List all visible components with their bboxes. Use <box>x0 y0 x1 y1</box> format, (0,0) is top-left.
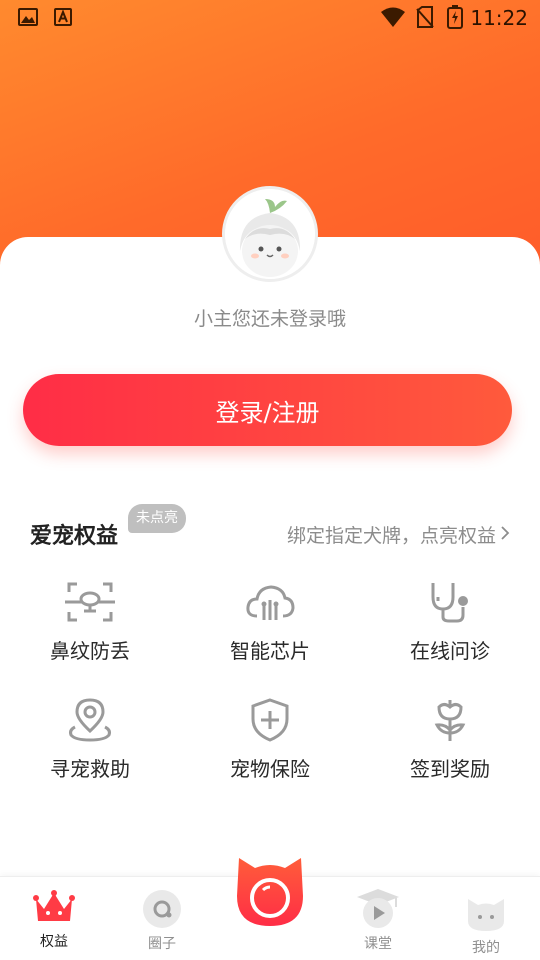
flower-icon <box>423 693 477 747</box>
cloud-chip-icon <box>243 575 297 629</box>
location-pin-icon <box>63 693 117 747</box>
tab-label: 权益 <box>40 934 68 950</box>
bind-tag-link[interactable]: 绑定指定犬牌，点亮权益 <box>287 521 510 548</box>
tab-label: 我的 <box>472 940 500 956</box>
status-bar: 11:22 <box>0 0 540 36</box>
feature-checkin-reward[interactable]: 签到奖励 <box>360 693 540 803</box>
cat-camera-icon <box>237 858 303 926</box>
login-hint: 小主您还未登录哦 <box>193 308 346 330</box>
crown-icon <box>32 889 76 931</box>
tab-benefits[interactable]: 权益 <box>0 877 108 960</box>
status-badge: 未点亮 <box>128 504 186 533</box>
feature-label: 鼻纹防丢 <box>50 639 130 663</box>
tab-circle[interactable]: 圈子 <box>108 877 216 960</box>
image-icon <box>18 8 38 30</box>
tab-label: 课堂 <box>364 936 392 952</box>
tab-classroom[interactable]: 课堂 <box>324 877 432 960</box>
feature-label: 在线问诊 <box>410 639 490 663</box>
chevron-right-icon <box>500 524 510 546</box>
feature-label: 宠物保险 <box>230 757 310 781</box>
feature-smart-chip[interactable]: 智能芯片 <box>180 575 360 685</box>
wifi-icon <box>380 6 406 32</box>
shield-plus-icon <box>243 693 297 747</box>
no-sim-icon <box>416 6 434 32</box>
status-time: 11:22 <box>470 6 528 30</box>
circle-chat-icon <box>142 889 182 933</box>
graduation-play-icon <box>355 887 401 933</box>
cat-camera-button[interactable] <box>235 856 305 928</box>
feature-online-consult[interactable]: 在线问诊 <box>360 575 540 685</box>
feature-nose-print[interactable]: 鼻纹防丢 <box>0 575 180 685</box>
feature-pet-insurance[interactable]: 宠物保险 <box>180 693 360 803</box>
feature-label: 智能芯片 <box>230 639 310 663</box>
tab-label: 圈子 <box>148 936 176 952</box>
feature-label: 寻宠救助 <box>50 757 130 781</box>
battery-charging-icon <box>447 5 463 33</box>
feature-label: 签到奖励 <box>410 757 490 781</box>
stethoscope-icon <box>423 575 477 629</box>
feature-pet-rescue[interactable]: 寻宠救助 <box>0 693 180 803</box>
bind-tag-link-label: 绑定指定犬牌，点亮权益 <box>286 525 496 547</box>
mascot-avatar-icon <box>225 189 315 279</box>
text-a-icon <box>54 8 72 30</box>
cat-face-icon <box>464 893 508 937</box>
nose-scan-icon <box>63 575 117 629</box>
tab-mine[interactable]: 我的 <box>432 877 540 960</box>
avatar[interactable] <box>222 186 318 282</box>
login-register-button[interactable]: 登录/注册 <box>23 374 512 446</box>
benefits-title: 爱宠权益 <box>30 524 119 549</box>
